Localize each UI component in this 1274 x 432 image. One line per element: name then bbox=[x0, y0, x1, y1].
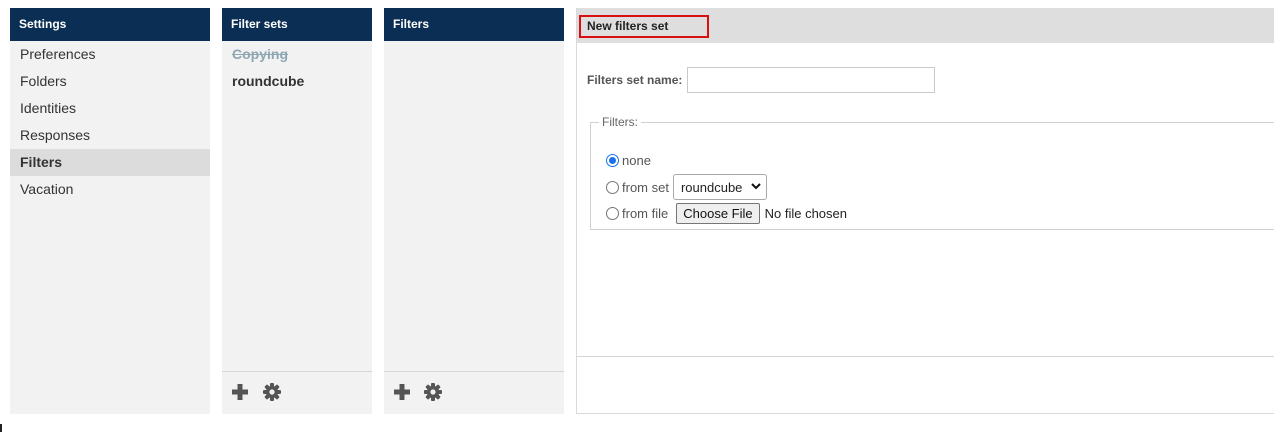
settings-item-filters[interactable]: Filters bbox=[10, 149, 210, 176]
filters-footer bbox=[384, 371, 564, 414]
plus-icon[interactable] bbox=[392, 382, 412, 402]
editor-footer bbox=[577, 356, 1274, 357]
filter-sets-list: Copying roundcube bbox=[222, 41, 372, 95]
filters-header: Filters bbox=[384, 8, 564, 41]
option-from-set-row: from set roundcube bbox=[606, 174, 767, 200]
chevron-down-icon bbox=[751, 183, 761, 190]
from-set-select-value: roundcube bbox=[680, 179, 743, 195]
filters-fieldset-legend: Filters: bbox=[599, 115, 641, 129]
filter-set-editor: New filters set Filters set name: Filter… bbox=[576, 8, 1274, 414]
choose-file-button[interactable]: Choose File bbox=[676, 203, 760, 224]
from-file-label[interactable]: from file bbox=[622, 206, 668, 221]
corner-mark bbox=[0, 424, 2, 432]
filter-sets-footer bbox=[222, 371, 372, 414]
filters-fieldset: Filters: none from set roundcube from fi… bbox=[590, 115, 1274, 230]
filters-panel: Filters bbox=[384, 8, 564, 414]
settings-list: Preferences Folders Identities Responses… bbox=[10, 41, 210, 203]
filter-set-roundcube[interactable]: roundcube bbox=[222, 68, 372, 95]
no-file-chosen-text: No file chosen bbox=[764, 206, 847, 221]
settings-item-preferences[interactable]: Preferences bbox=[10, 41, 210, 68]
gear-icon[interactable] bbox=[262, 382, 282, 402]
settings-panel: Settings Preferences Folders Identities … bbox=[10, 8, 210, 414]
option-from-file-row: from file Choose File No file chosen bbox=[606, 203, 847, 224]
none-label[interactable]: none bbox=[622, 153, 651, 168]
filters-set-name-label: Filters set name: bbox=[587, 73, 683, 87]
filter-sets-panel: Filter sets Copying roundcube bbox=[222, 8, 372, 414]
settings-item-responses[interactable]: Responses bbox=[10, 122, 210, 149]
editor-header: New filters set bbox=[577, 8, 1274, 43]
filters-set-name-input[interactable] bbox=[687, 67, 936, 93]
settings-item-folders[interactable]: Folders bbox=[10, 68, 210, 95]
editor-title: New filters set bbox=[579, 15, 709, 38]
from-file-radio[interactable] bbox=[606, 207, 619, 220]
gear-icon[interactable] bbox=[423, 382, 443, 402]
filter-sets-header: Filter sets bbox=[222, 8, 372, 41]
option-none-row: none bbox=[606, 153, 651, 168]
plus-icon[interactable] bbox=[230, 382, 250, 402]
settings-header: Settings bbox=[10, 8, 210, 41]
settings-item-vacation[interactable]: Vacation bbox=[10, 176, 210, 203]
none-radio[interactable] bbox=[606, 154, 619, 167]
from-set-radio[interactable] bbox=[606, 180, 619, 194]
settings-item-identities[interactable]: Identities bbox=[10, 95, 210, 122]
name-row: Filters set name: bbox=[587, 67, 936, 93]
from-set-label[interactable]: from set bbox=[622, 180, 669, 195]
filter-set-copying[interactable]: Copying bbox=[222, 41, 372, 68]
from-set-select[interactable]: roundcube bbox=[672, 174, 767, 200]
